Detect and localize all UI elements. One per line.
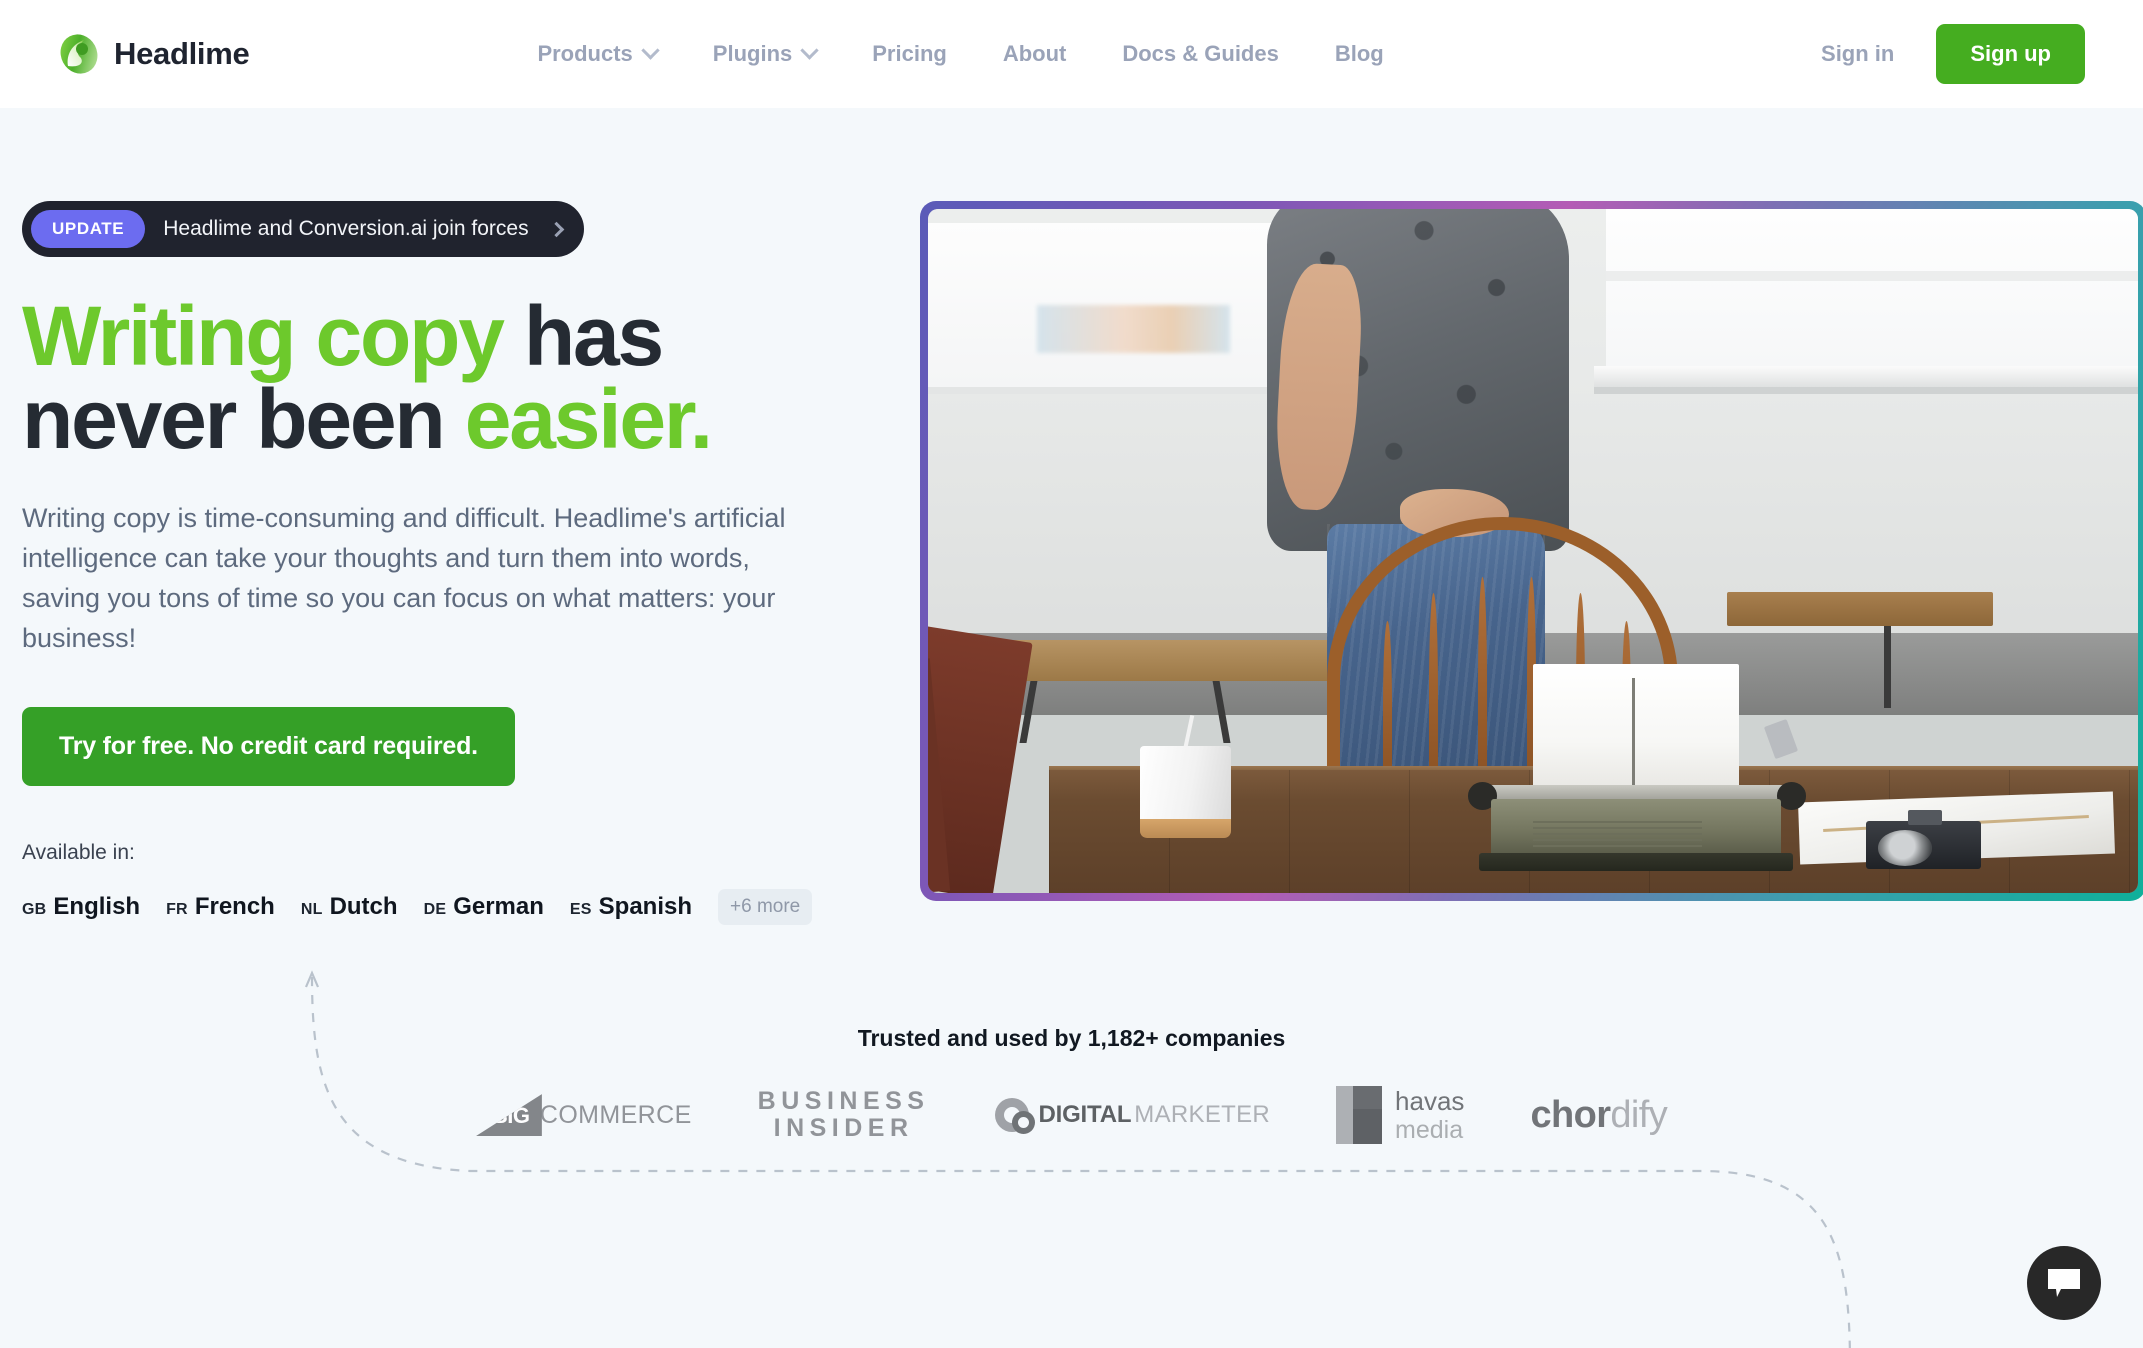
language-code: DE: [423, 901, 447, 919]
chat-widget-button[interactable]: [2027, 1246, 2101, 1320]
nav-label: Products: [537, 41, 633, 66]
title-plain-1: has: [502, 289, 664, 383]
decorative-dashed-path: [304, 970, 1851, 1348]
brand-logo-link[interactable]: Headlime: [58, 33, 250, 75]
language-item-spanish[interactable]: ES Spanish: [570, 893, 692, 921]
language-code: ES: [569, 901, 592, 919]
more-languages-button[interactable]: +6 more: [718, 889, 813, 926]
logo-text: COMMERCE: [539, 1100, 692, 1129]
logo-text: chor: [1530, 1093, 1611, 1136]
brand-name: Headlime: [114, 36, 250, 71]
nav-label: Pricing: [872, 41, 947, 66]
gear-icon-small: [1012, 1110, 1036, 1134]
chat-bubble-icon: [2048, 1269, 2080, 1297]
logo-text: media: [1395, 1115, 1464, 1144]
logo-digitalmarketer: DIGITAL MARKETER: [995, 1097, 1270, 1134]
bigcommerce-triangle-icon: BIG: [475, 1094, 542, 1137]
update-badge-tag: UPDATE: [31, 210, 146, 248]
language-name: French: [194, 893, 275, 921]
language-code: GB: [22, 901, 47, 919]
title-highlight-1: Writing copy: [22, 289, 505, 383]
language-item-german[interactable]: DE German: [424, 893, 544, 921]
language-list: GB English FR French NL Dutch DE German …: [22, 889, 920, 926]
main-navigation: Products Plugins Pricing About Docs & Gu…: [509, 40, 1412, 67]
language-code: FR: [166, 901, 188, 919]
site-header: Headlime Products Plugins Pricing About …: [0, 0, 2143, 108]
logo-bigcommerce: BIG COMMERCE: [475, 1094, 692, 1137]
nav-label: About: [1002, 41, 1067, 66]
hero-media-column: [920, 201, 2143, 925]
language-name: English: [53, 893, 141, 921]
update-banner-text: Headlime and Conversion.ai join forces: [163, 217, 529, 240]
client-logo-row: BIG COMMERCE BUSINESS INSIDER DIGITAL MA…: [0, 1085, 2143, 1145]
logo-text: MARKETER: [1134, 1101, 1271, 1129]
logo-havas-media: havas media: [1336, 1085, 1465, 1145]
logo-text: dify: [1610, 1093, 1668, 1136]
nav-item-pricing[interactable]: Pricing: [844, 41, 975, 67]
nav-item-blog[interactable]: Blog: [1307, 41, 1412, 67]
hero-description: Writing copy is time-consuming and diffi…: [22, 503, 786, 654]
language-name: German: [453, 893, 544, 921]
hero-photo-illustration: [928, 209, 2138, 893]
hero-image-frame: [920, 201, 2143, 901]
language-item-dutch[interactable]: NL Dutch: [301, 893, 398, 921]
hero-image: [928, 209, 2138, 893]
try-for-free-button[interactable]: Try for free. No credit card required.: [22, 707, 515, 787]
update-announcement-banner[interactable]: UPDATE Headlime and Conversion.ai join f…: [22, 201, 584, 257]
hero-section: UPDATE Headlime and Conversion.ai join f…: [0, 108, 2143, 926]
logo-business-insider: BUSINESS INSIDER: [758, 1088, 930, 1142]
logo-text: havas: [1395, 1085, 1465, 1116]
sign-in-link[interactable]: Sign in: [1821, 41, 1894, 67]
language-name: Dutch: [329, 893, 398, 921]
language-name: Spanish: [598, 893, 693, 921]
trusted-by-section: Trusted and used by 1,182+ companies BIG…: [0, 970, 2143, 1348]
havas-h-icon: [1336, 1086, 1383, 1145]
nav-item-products[interactable]: Products: [509, 40, 684, 67]
available-in-label: Available in:: [22, 841, 135, 865]
sign-up-button[interactable]: Sign up: [1936, 24, 2085, 84]
nav-item-docs-and-guides[interactable]: Docs & Guides: [1094, 41, 1306, 67]
logo-text: DIGITAL: [1038, 1101, 1132, 1129]
nav-label: Plugins: [712, 41, 793, 66]
leaf-swirl-icon: [58, 33, 100, 75]
title-highlight-2: easier.: [464, 372, 713, 467]
logo-text: BUSINESS: [757, 1087, 930, 1116]
language-code: NL: [300, 901, 323, 919]
logo-text: BIG: [491, 1103, 530, 1129]
logo-text: INSIDER: [773, 1114, 914, 1143]
nav-label: Blog: [1334, 41, 1384, 66]
header-actions: Sign in Sign up: [1821, 24, 2085, 84]
page-title: Writing copy has never been easier.: [22, 294, 920, 461]
chevron-right-icon: [548, 221, 564, 237]
nav-item-about[interactable]: About: [975, 41, 1095, 67]
language-item-french[interactable]: FR French: [166, 893, 275, 921]
nav-label: Docs & Guides: [1122, 41, 1279, 66]
trusted-by-title: Trusted and used by 1,182+ companies: [857, 1025, 1286, 1052]
hero-content: UPDATE Headlime and Conversion.ai join f…: [0, 201, 920, 926]
chevron-down-icon: [800, 40, 819, 60]
nav-item-plugins[interactable]: Plugins: [685, 40, 844, 67]
title-plain-2: never been: [22, 372, 465, 467]
language-item-english[interactable]: GB English: [22, 893, 140, 921]
logo-chordify: chordify: [1530, 1094, 1667, 1137]
chevron-down-icon: [641, 40, 660, 60]
